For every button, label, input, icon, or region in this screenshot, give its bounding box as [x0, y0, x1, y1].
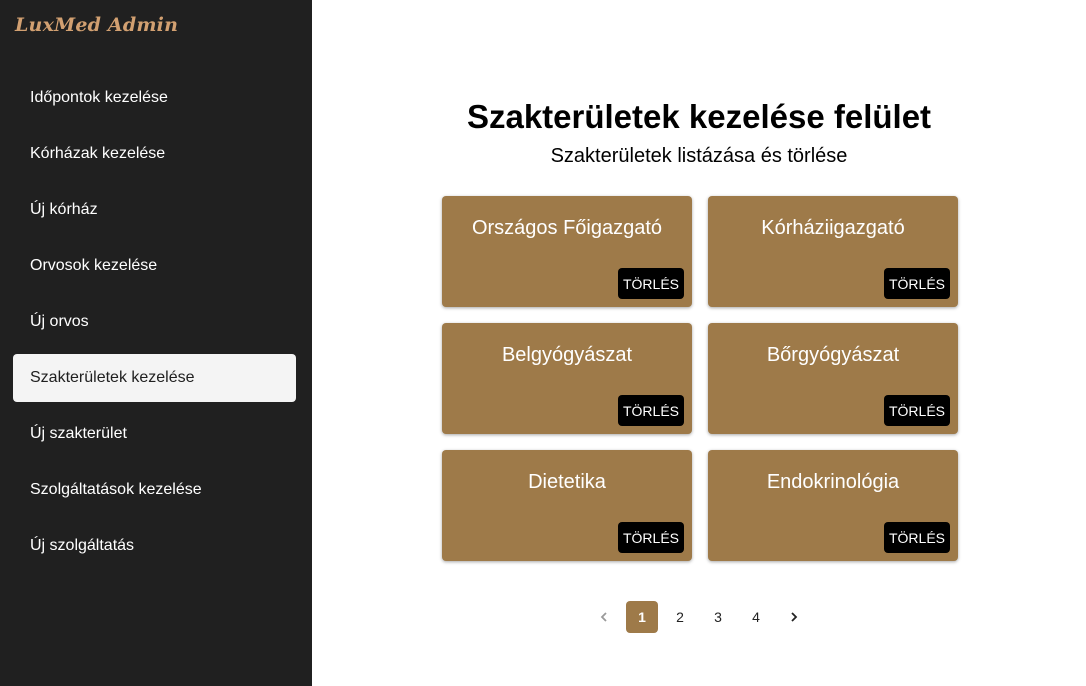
- specialty-card-title: Országos Főigazgató: [471, 217, 663, 239]
- sidebar-item-label: Új szakterület: [30, 425, 127, 442]
- sidebar-item-label: Új orvos: [30, 313, 89, 330]
- sidebar-item-label: Szakterületek kezelése: [30, 369, 195, 386]
- sidebar-item-new-hospital[interactable]: Új kórház: [13, 186, 296, 234]
- sidebar-item-label: Kórházak kezelése: [30, 145, 166, 162]
- sidebar-item-new-doctor[interactable]: Új orvos: [13, 298, 296, 346]
- specialty-card: Kórháziigazgató TÖRLÉS: [708, 196, 958, 307]
- next-page-button[interactable]: [778, 601, 810, 633]
- delete-button[interactable]: TÖRLÉS: [883, 522, 950, 553]
- sidebar-item-label: Orvosok kezelése: [30, 257, 158, 274]
- specialty-card-title: Bőrgyógyászat: [766, 344, 900, 366]
- sidebar-item-new-specialty[interactable]: Új szakterület: [13, 410, 296, 458]
- specialty-card-title: Dietetika: [528, 471, 606, 493]
- page-button-3[interactable]: 3: [702, 601, 734, 633]
- sidebar-item-label: Új kórház: [30, 201, 98, 218]
- specialty-card-title: Kórháziigazgató: [761, 217, 905, 239]
- page-button-1[interactable]: 1: [626, 601, 658, 633]
- sidebar: LuxMed Admin Időpontok kezelése Kórházak…: [0, 0, 312, 686]
- page-title: Szakterületek kezelése felület: [466, 98, 932, 135]
- sidebar-nav: Időpontok kezelése Kórházak kezelése Új …: [13, 74, 296, 578]
- delete-button[interactable]: TÖRLÉS: [617, 395, 684, 426]
- specialty-card: Belgyógyászat TÖRLÉS: [442, 323, 692, 434]
- sidebar-item-hospitals[interactable]: Kórházak kezelése: [13, 130, 296, 178]
- sidebar-item-label: Időpontok kezelése: [30, 89, 168, 106]
- page-button-2[interactable]: 2: [664, 601, 696, 633]
- sidebar-item-services[interactable]: Szolgáltatások kezelése: [13, 466, 296, 514]
- brand-logo[interactable]: LuxMed Admin: [15, 14, 178, 36]
- pagination: 1 2 3 4: [312, 601, 1086, 633]
- page-subtitle: Szakterületek listázása és törlése: [550, 145, 848, 167]
- sidebar-item-label: Szolgáltatások kezelése: [30, 481, 202, 498]
- delete-button[interactable]: TÖRLÉS: [617, 268, 684, 299]
- chevron-right-icon: [791, 612, 798, 622]
- sidebar-item-label: Új szolgáltatás: [30, 537, 135, 554]
- chevron-left-icon: [600, 612, 607, 622]
- specialty-card: Országos Főigazgató TÖRLÉS: [442, 196, 692, 307]
- sidebar-item-appointments[interactable]: Időpontok kezelése: [13, 74, 296, 122]
- prev-page-button[interactable]: [588, 601, 620, 633]
- specialty-card-grid: Országos Főigazgató TÖRLÉS Kórháziigazga…: [442, 196, 958, 561]
- sidebar-item-doctors[interactable]: Orvosok kezelése: [13, 242, 296, 290]
- sidebar-item-specialties[interactable]: Szakterületek kezelése: [13, 354, 296, 402]
- delete-button[interactable]: TÖRLÉS: [883, 268, 950, 299]
- sidebar-item-new-service[interactable]: Új szolgáltatás: [13, 522, 296, 570]
- main-content: Szakterületek kezelése felület Szakterül…: [312, 0, 1086, 686]
- specialty-card: Bőrgyógyászat TÖRLÉS: [708, 323, 958, 434]
- delete-button[interactable]: TÖRLÉS: [883, 395, 950, 426]
- page-button-4[interactable]: 4: [740, 601, 772, 633]
- specialty-card-title: Endokrinológia: [766, 471, 900, 493]
- app-root: LuxMed Admin Időpontok kezelése Kórházak…: [0, 0, 1086, 686]
- delete-button[interactable]: TÖRLÉS: [617, 522, 684, 553]
- specialty-card-title: Belgyógyászat: [501, 344, 633, 366]
- specialty-card: Dietetika TÖRLÉS: [442, 450, 692, 561]
- specialty-card: Endokrinológia TÖRLÉS: [708, 450, 958, 561]
